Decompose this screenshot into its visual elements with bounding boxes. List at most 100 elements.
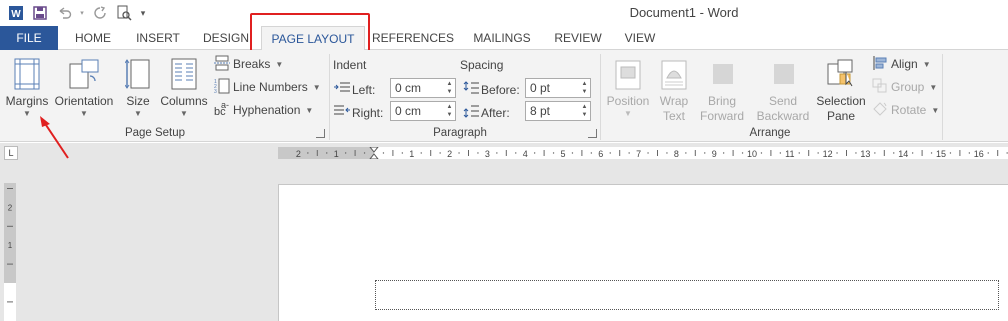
line-numbers-icon: 123 bbox=[214, 78, 230, 97]
tab-home[interactable]: HOME bbox=[66, 26, 120, 50]
align-icon bbox=[872, 55, 888, 74]
rotate-icon bbox=[872, 101, 888, 120]
indent-right-label: Right: bbox=[334, 104, 383, 121]
spin-arrows-icon[interactable]: ▲ ▼ bbox=[445, 103, 454, 119]
ruler-dot bbox=[401, 152, 404, 154]
rotate-button[interactable]: Rotate ▼ bbox=[872, 100, 939, 120]
ribbon-page-layout: Margins ▼ Orientation ▼ Size ▼ Columns ▼… bbox=[0, 50, 1008, 142]
ruler-dot bbox=[458, 152, 460, 154]
ruler-number: 2 bbox=[296, 149, 301, 159]
ruler-dot bbox=[817, 152, 819, 154]
line-numbers-button[interactable]: 123 Line Numbers ▼ bbox=[214, 77, 321, 97]
spin-arrows-icon[interactable]: ▲ ▼ bbox=[580, 103, 589, 119]
ruler-number: 10 bbox=[747, 149, 757, 159]
tab-design[interactable]: DESIGN bbox=[196, 26, 256, 50]
spacing-before-icon bbox=[463, 81, 479, 98]
indent-left-icon bbox=[334, 81, 350, 98]
title-bar: W ▾ ▾ Document1 - Word bbox=[0, 0, 1008, 26]
send-backward-button[interactable]: Send Backward bbox=[752, 54, 814, 124]
ruler-dot bbox=[836, 152, 838, 154]
ruler-number: 6 bbox=[598, 149, 603, 159]
spacing-after-label: After: bbox=[463, 104, 510, 121]
ruler-dot bbox=[704, 152, 706, 154]
vertical-ruler[interactable]: 21 bbox=[4, 183, 16, 321]
chevron-down-icon: ▼ bbox=[305, 105, 314, 115]
margins-button[interactable]: Margins ▼ bbox=[4, 54, 50, 119]
svg-text:a-: a- bbox=[221, 101, 229, 110]
page-setup-group-label: Page Setup bbox=[124, 127, 186, 139]
ruler-dot bbox=[779, 152, 782, 154]
ruler-dot bbox=[590, 152, 593, 154]
ruler-dot bbox=[326, 152, 328, 154]
spin-arrows-icon[interactable]: ▲ ▼ bbox=[445, 80, 454, 96]
spacing-before-input[interactable]: 0 pt ▲ ▼ bbox=[525, 78, 591, 98]
ruler-dot bbox=[382, 152, 385, 154]
group-icon bbox=[872, 78, 888, 97]
horizontal-ruler[interactable]: 2 1 1 2 3 4 5 6 7 8 9 10 11 12 13 14 15 16 bbox=[278, 147, 1008, 159]
document-page[interactable] bbox=[278, 184, 1008, 321]
spacing-after-icon bbox=[463, 104, 479, 121]
tab-mailings[interactable]: MAILINGS bbox=[466, 26, 538, 50]
tab-view[interactable]: VIEW bbox=[616, 26, 664, 50]
ruler-number: 2 bbox=[8, 203, 13, 212]
ruler-dot bbox=[552, 152, 555, 154]
text-area-boundary[interactable] bbox=[375, 280, 999, 310]
align-button[interactable]: Align ▼ bbox=[872, 54, 931, 74]
ruler-dot bbox=[987, 152, 989, 154]
bring-forward-button[interactable]: Bring Forward bbox=[696, 54, 748, 124]
chevron-down-icon: ▼ bbox=[80, 109, 88, 118]
ruler-dot bbox=[628, 152, 630, 154]
chevron-down-icon: ▼ bbox=[180, 109, 188, 118]
tab-review[interactable]: REVIEW bbox=[550, 26, 606, 50]
ruler-dot bbox=[477, 152, 479, 154]
selection-pane-button[interactable]: Selection Pane bbox=[814, 54, 868, 124]
tab-references[interactable]: REFERENCES bbox=[372, 26, 454, 50]
ruler-ticks: 2 1 1 2 3 4 5 6 7 8 9 10 11 12 13 14 15 16 bbox=[296, 147, 1008, 159]
group-separator bbox=[600, 54, 601, 140]
ruler-dot bbox=[911, 152, 914, 154]
orientation-button[interactable]: Orientation ▼ bbox=[52, 54, 116, 119]
ruler-number: 15 bbox=[936, 149, 946, 159]
wrap-text-button[interactable]: Wrap Text bbox=[652, 54, 696, 124]
chevron-down-icon: ▼ bbox=[922, 59, 931, 69]
wrap-text-icon bbox=[652, 54, 696, 90]
ruler-dot bbox=[439, 152, 441, 154]
ruler-number: 5 bbox=[560, 149, 565, 159]
ruler-dot bbox=[893, 152, 895, 154]
spin-arrows-icon[interactable]: ▲ ▼ bbox=[580, 80, 589, 96]
page-setup-dialog-launcher[interactable] bbox=[316, 129, 325, 138]
ruler-number: 1 bbox=[409, 149, 414, 159]
breaks-button[interactable]: Breaks ▼ bbox=[214, 54, 283, 74]
tab-insert[interactable]: INSERT bbox=[126, 26, 190, 50]
indent-right-icon bbox=[334, 104, 350, 121]
ruler-number: 3 bbox=[485, 149, 490, 159]
ruler-dot bbox=[874, 152, 876, 154]
window-title: Document1 - Word bbox=[629, 5, 739, 20]
document-canvas: 21 bbox=[0, 163, 1008, 321]
ruler-dot bbox=[949, 152, 952, 154]
tab-selector[interactable]: L bbox=[4, 146, 18, 160]
indent-right-input[interactable]: 0 cm ▲ ▼ bbox=[390, 101, 456, 121]
ruler-number: 11 bbox=[785, 149, 794, 159]
columns-button[interactable]: Columns ▼ bbox=[158, 54, 210, 119]
spacing-before-label: Before: bbox=[463, 81, 520, 98]
tab-file[interactable]: FILE bbox=[0, 26, 58, 50]
size-button[interactable]: Size ▼ bbox=[122, 54, 154, 119]
ruler-dot bbox=[420, 152, 422, 154]
position-button[interactable]: Position ▼ bbox=[604, 54, 652, 119]
ruler-dot bbox=[344, 152, 347, 154]
indent-left-input[interactable]: 0 cm ▲ ▼ bbox=[390, 78, 456, 98]
paragraph-dialog-launcher[interactable] bbox=[588, 129, 597, 138]
ruler-number: 12 bbox=[823, 149, 833, 159]
spacing-after-input[interactable]: 8 pt ▲ ▼ bbox=[525, 101, 591, 121]
group-button[interactable]: Group ▼ bbox=[872, 77, 937, 97]
ruler-dot bbox=[666, 152, 668, 154]
ruler-dot bbox=[722, 152, 725, 154]
send-backward-icon bbox=[752, 54, 814, 90]
breaks-icon bbox=[214, 55, 230, 74]
indent-heading: Indent bbox=[333, 58, 367, 72]
hyphenation-button[interactable]: bc a- Hyphenation ▼ bbox=[214, 100, 313, 120]
indent-left-label: Left: bbox=[334, 81, 375, 98]
ruler-dot bbox=[798, 152, 800, 154]
ruler-number: 8 bbox=[674, 149, 679, 159]
